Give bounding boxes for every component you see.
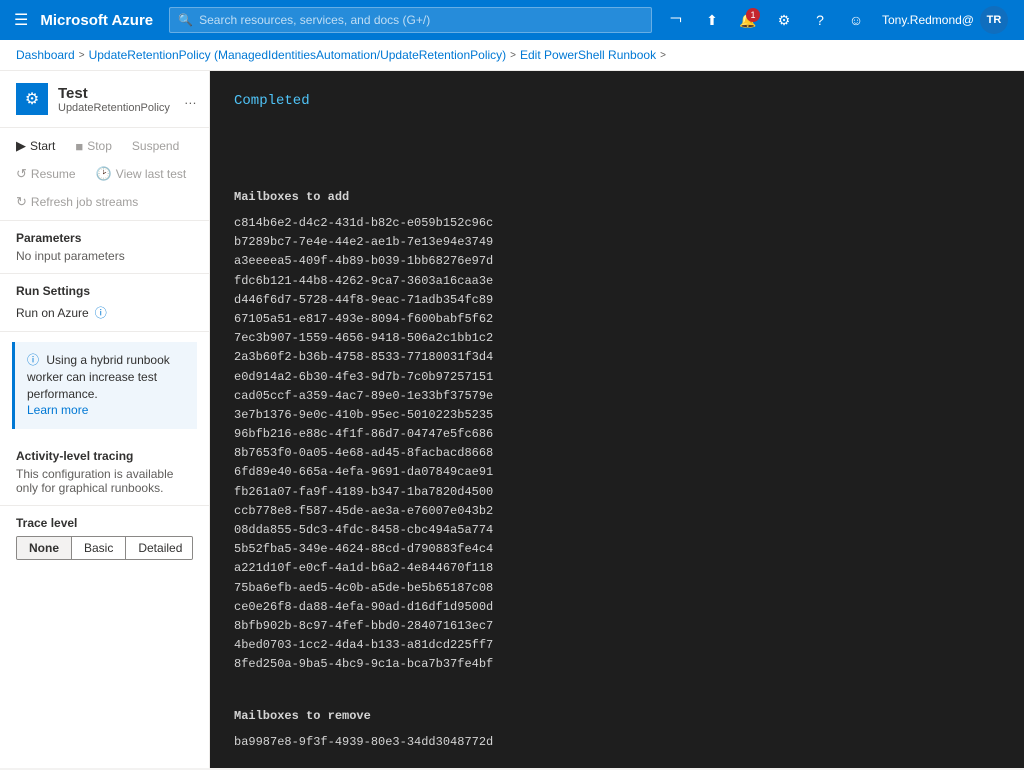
run-on-row: Run on Azure ⓘ — [16, 304, 193, 321]
notification-badge: 1 — [746, 8, 760, 22]
suspend-button[interactable]: Suspend — [124, 135, 187, 157]
trace-section: Trace level None Basic Detailed — [0, 506, 209, 570]
top-nav: ☰ Microsoft Azure 🔍 Search resources, se… — [0, 0, 1024, 40]
parameters-value: No input parameters — [16, 249, 193, 263]
panel-header: ⚙ Test UpdateRetentionPolicy … ✕ — [0, 71, 209, 128]
mailbox-add-item: 3e7b1376-9e0c-410b-95ec-5010223b5235 — [234, 406, 1000, 425]
mailbox-add-item: 75ba6efb-aed5-4c0b-a5de-be5b65187c08 — [234, 579, 1000, 598]
output-area[interactable]: Completed Mailboxes to add c814b6e2-d4c2… — [210, 71, 1024, 768]
left-panel: ⚙ Test UpdateRetentionPolicy … ✕ ▶ Start… — [0, 71, 210, 768]
mailbox-remove-item: ba9987e8-9f3f-4939-80e3-34dd3048772d — [234, 733, 1000, 752]
avatar: TR — [980, 6, 1008, 34]
parameters-label: Parameters — [16, 231, 193, 245]
resume-icon: ↺ — [16, 166, 27, 182]
mailbox-add-item: b7289bc7-7e4e-44e2-ae1b-7e13e94e3749 — [234, 233, 1000, 252]
panel-title-area: Test UpdateRetentionPolicy — [58, 85, 170, 114]
mailbox-add-item: 6fd89e40-665a-4efa-9691-da07849cae91 — [234, 463, 1000, 482]
search-placeholder: Search resources, services, and docs (G+… — [199, 13, 430, 27]
settings-icon[interactable]: ⚙ — [768, 4, 800, 36]
right-panel: Completed Mailboxes to add c814b6e2-d4c2… — [210, 71, 1024, 768]
activity-tracing-label: Activity-level tracing — [16, 449, 193, 463]
activity-tracing-desc: This configuration is available only for… — [16, 467, 193, 495]
resume-button[interactable]: ↺ Resume — [8, 162, 84, 186]
notifications-icon[interactable]: 🔔 1 — [732, 4, 764, 36]
run-on-label: Run on Azure — [16, 306, 89, 320]
trace-options: None Basic Detailed — [16, 536, 193, 560]
view-last-test-button[interactable]: 🕑 View last test — [88, 162, 195, 186]
mailbox-add-item: 96bfb216-e88c-4f1f-86d7-04747e5fc686 — [234, 425, 1000, 444]
mailboxes-remove-header: Mailboxes to remove — [234, 707, 1000, 725]
info-box: ⓘ Using a hybrid runbook worker can incr… — [12, 342, 197, 429]
panel-icon: ⚙ — [16, 83, 48, 115]
stop-icon: ■ — [75, 139, 83, 154]
refresh-button[interactable]: ↻ Refresh job streams — [8, 190, 146, 214]
breadcrumb-dashboard[interactable]: Dashboard — [16, 48, 75, 62]
mailbox-add-item: 2a3b60f2-b36b-4758-8533-77180031f3d4 — [234, 348, 1000, 367]
output-status: Completed — [234, 91, 1000, 112]
more-options-icon[interactable]: … — [180, 90, 201, 109]
trace-level-label: Trace level — [16, 516, 193, 530]
info-box-icon: ⓘ — [27, 353, 39, 367]
mailbox-add-item: 67105a51-e817-493e-8094-f600babf5f62 — [234, 310, 1000, 329]
mailbox-add-item: d446f6d7-5728-44f8-9eac-71adb354fc89 — [234, 291, 1000, 310]
info-icon[interactable]: ⓘ — [95, 304, 107, 321]
clock-icon: 🕑 — [96, 166, 112, 182]
mailbox-add-item: 7ec3b907-1559-4656-9418-506a2c1bb1c2 — [234, 329, 1000, 348]
breadcrumb-policy[interactable]: UpdateRetentionPolicy (ManagedIdentities… — [89, 48, 507, 62]
breadcrumb-sep-2: > — [510, 50, 516, 61]
mailboxes-add-list: c814b6e2-d4c2-431d-b82c-e059b152c96cb728… — [234, 214, 1000, 675]
toolbar: ▶ Start ■ Stop Suspend ↺ Resume 🕑 View l… — [0, 128, 209, 221]
trace-detailed[interactable]: Detailed — [126, 537, 193, 559]
stop-button[interactable]: ■ Stop — [67, 135, 120, 158]
run-settings-label: Run Settings — [16, 284, 193, 298]
mailbox-add-item: fb261a07-fa9f-4189-b347-1ba7820d4500 — [234, 483, 1000, 502]
mailbox-add-item: cad05ccf-a359-4ac7-89e0-1e33bf37579e — [234, 387, 1000, 406]
mailbox-add-item: ccb778e8-f587-45de-ae3a-e76007e043b2 — [234, 502, 1000, 521]
mailbox-add-item: 4bed0703-1cc2-4da4-b133-a81dcd225ff7 — [234, 636, 1000, 655]
panel-subtitle: UpdateRetentionPolicy — [58, 102, 170, 114]
start-button[interactable]: ▶ Start — [8, 134, 63, 158]
mailbox-add-item: c814b6e2-d4c2-431d-b82c-e059b152c96c — [234, 214, 1000, 233]
breadcrumb-sep-3: > — [660, 50, 666, 61]
mailbox-add-item: 8bfb902b-8c97-4fef-bbd0-284071613ec7 — [234, 617, 1000, 636]
help-icon[interactable]: ? — [804, 4, 836, 36]
upload-icon[interactable]: ⬆ — [696, 4, 728, 36]
mailbox-add-item: 8fed250a-9ba5-4bc9-9c1a-bca7b37fe4bf — [234, 655, 1000, 674]
user-name: Tony.Redmond@ — [882, 13, 974, 27]
mailbox-add-item: fdc6b121-44b8-4262-9ca7-3603a16caa3e — [234, 272, 1000, 291]
mailbox-add-item: 8b7653f0-0a05-4e68-ad45-8facbacd8668 — [234, 444, 1000, 463]
breadcrumb-edit-runbook[interactable]: Edit PowerShell Runbook — [520, 48, 656, 62]
cloud-shell-icon[interactable]: ￢ — [660, 4, 692, 36]
trace-basic[interactable]: Basic — [72, 537, 126, 559]
panel-title: Test — [58, 85, 170, 102]
breadcrumb: Dashboard > UpdateRetentionPolicy (Manag… — [0, 40, 1024, 71]
search-bar[interactable]: 🔍 Search resources, services, and docs (… — [169, 7, 652, 33]
main-content: ⚙ Test UpdateRetentionPolicy … ✕ ▶ Start… — [0, 71, 1024, 768]
parameters-section: Parameters No input parameters — [0, 221, 209, 274]
nav-icons: ￢ ⬆ 🔔 1 ⚙ ? ☺ Tony.Redmond@ TR — [660, 2, 1014, 38]
mailbox-add-item: 08dda855-5dc3-4fdc-8458-cbc494a5a774 — [234, 521, 1000, 540]
trace-none[interactable]: None — [17, 537, 72, 559]
start-icon: ▶ — [16, 138, 26, 154]
mailbox-add-item: e0d914a2-6b30-4fe3-9d7b-7c0b97257151 — [234, 368, 1000, 387]
mailboxes-add-header: Mailboxes to add — [234, 188, 1000, 206]
user-menu[interactable]: Tony.Redmond@ TR — [876, 2, 1014, 38]
search-icon: 🔍 — [178, 13, 193, 27]
hamburger-icon[interactable]: ☰ — [10, 6, 32, 34]
refresh-icon: ↻ — [16, 194, 27, 210]
info-box-text: Using a hybrid runbook worker can increa… — [27, 353, 170, 401]
brand-logo: Microsoft Azure — [40, 12, 153, 29]
breadcrumb-sep-1: > — [79, 50, 85, 61]
mailbox-add-item: ce0e26f8-da88-4efa-90ad-d16df1d9500d — [234, 598, 1000, 617]
mailbox-add-item: a221d10f-e0cf-4a1d-b6a2-4e844670f118 — [234, 559, 1000, 578]
mailbox-add-item: 5b52fba5-349e-4624-88cd-d790883fe4c4 — [234, 540, 1000, 559]
run-settings-section: Run Settings Run on Azure ⓘ — [0, 274, 209, 332]
mailbox-add-item: a3eeeea5-409f-4b89-b039-1bb68276e97d — [234, 252, 1000, 271]
mailboxes-remove-list: ba9987e8-9f3f-4939-80e3-34dd3048772d — [234, 733, 1000, 752]
activity-tracing-section: Activity-level tracing This configuratio… — [0, 439, 209, 506]
feedback-icon[interactable]: ☺ — [840, 4, 872, 36]
learn-more-link[interactable]: Learn more — [27, 403, 88, 417]
